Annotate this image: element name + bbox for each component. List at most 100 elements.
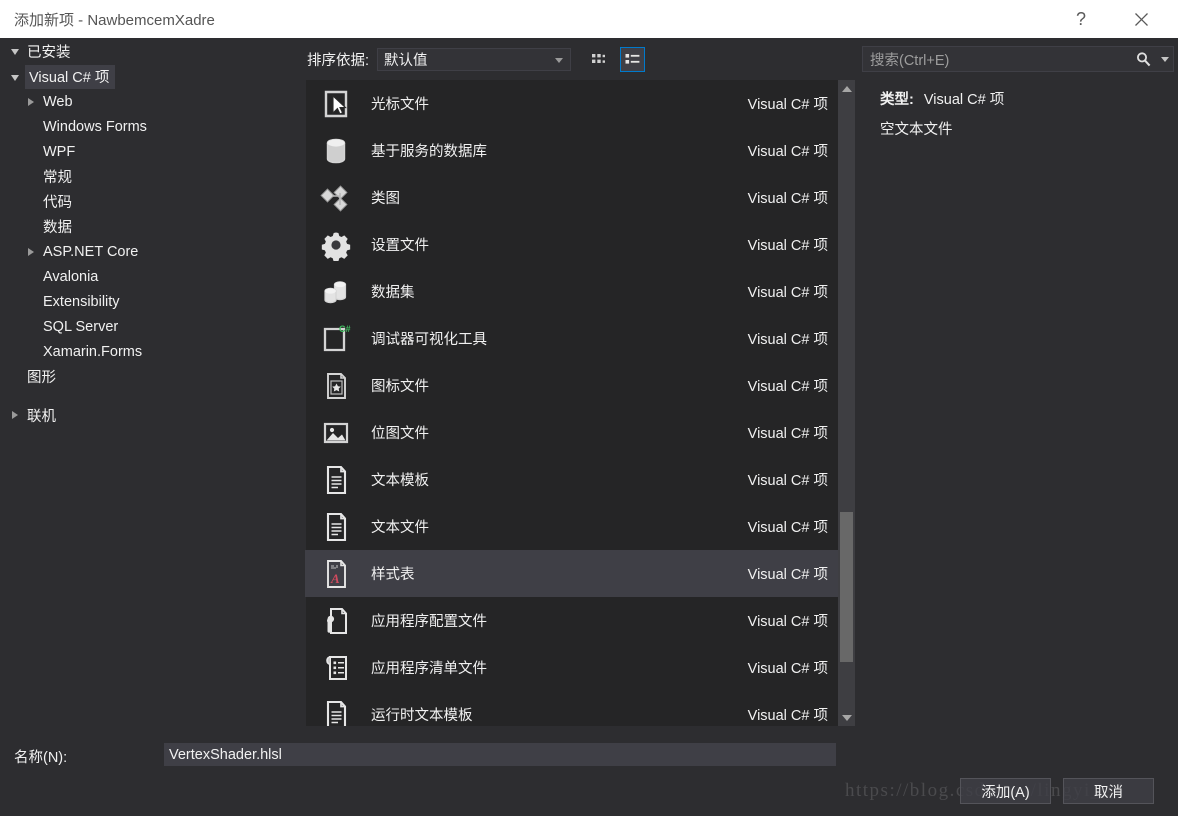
scrollbar-thumb[interactable] (840, 512, 853, 662)
template-list-item[interactable]: 图标文件 Visual C# 项 (305, 362, 838, 409)
sidebar-item-label: 常规 (43, 170, 72, 186)
sidebar-item-8[interactable]: Avalonia (0, 264, 298, 289)
template-list-item[interactable]: A 样式表 Visual C# 项 (305, 550, 838, 597)
template-list-item[interactable]: 应用程序清单文件 Visual C# 项 (305, 644, 838, 691)
chevron-down-icon[interactable] (9, 70, 23, 84)
template-kind: Visual C# 项 (747, 332, 828, 348)
sidebar-item-11[interactable]: Xamarin.Forms (0, 339, 298, 364)
template-kind: Visual C# 项 (747, 285, 828, 301)
search-box[interactable]: 搜索(Ctrl+E) (862, 46, 1174, 72)
sort-by-dropdown[interactable]: 默认值 (377, 47, 572, 71)
template-name: 调试器可视化工具 (371, 332, 487, 348)
cancel-button[interactable]: 取消 (1063, 778, 1154, 804)
template-list-item[interactable]: 文本文件 Visual C# 项 (305, 503, 838, 550)
sidebar-item-label: ASP.NET Core (43, 243, 139, 260)
template-list-item[interactable]: 数据集 Visual C# 项 (305, 268, 838, 315)
template-list-item[interactable]: 类图 Visual C# 项 (305, 174, 838, 221)
chevron-down-icon (9, 44, 23, 58)
grid-view-button[interactable] (587, 47, 612, 72)
add-button[interactable]: 添加(A) (960, 778, 1051, 804)
sidebar-item-label: SQL Server (43, 318, 119, 335)
template-name: 类图 (371, 191, 400, 207)
question-mark-icon: ? (1075, 9, 1086, 29)
scroll-down-button[interactable] (838, 709, 855, 726)
sidebar-item-7[interactable]: ASP.NET Core (0, 239, 298, 264)
template-kind: Visual C# 项 (747, 520, 828, 536)
template-kind: Visual C# 项 (747, 614, 828, 630)
sort-by-label: 排序依据: (307, 52, 370, 69)
templates-pane: 排序依据: 默认值 光标文件 Visual C# 项 基于服务的数据库 Visu… (298, 38, 855, 738)
class-diagram-icon (319, 181, 353, 215)
template-kind: Visual C# 项 (747, 661, 828, 677)
template-name: 数据集 (371, 285, 415, 301)
view-toggle-group (587, 46, 646, 72)
template-name: 图标文件 (371, 379, 429, 395)
template-list-item[interactable]: 位图文件 Visual C# 项 (305, 409, 838, 456)
close-button[interactable] (1118, 0, 1164, 38)
detail-type-value: Visual C# 项 (923, 92, 1005, 108)
scroll-up-button[interactable] (838, 80, 855, 97)
template-list-item[interactable]: 应用程序配置文件 Visual C# 项 (305, 597, 838, 644)
template-kind: Visual C# 项 (747, 238, 828, 254)
search-input[interactable]: 搜索(Ctrl+E) (870, 49, 1129, 70)
sidebar-item-label: 图形 (27, 370, 56, 386)
dialog-footer: 名称(N): VertexShader.hlsl 添加(A) 取消 (0, 738, 1178, 816)
add-new-item-dialog: 添加新项 - NawbemcemXadre ? 已安装 Visual C# 项 W… (0, 0, 1178, 816)
list-view-button[interactable] (620, 46, 646, 72)
template-kind: Visual C# 项 (747, 97, 828, 113)
sidebar-item-5[interactable]: 代码 (0, 189, 298, 214)
detail-type-row: 类型: Visual C# 项 (880, 88, 1004, 109)
template-list-item[interactable]: 设置文件 Visual C# 项 (305, 221, 838, 268)
templates-toolbar: 排序依据: 默认值 (298, 38, 855, 80)
template-name: 光标文件 (371, 97, 429, 113)
sidebar-item-1[interactable]: Web (0, 89, 298, 114)
detail-type-label: 类型: (880, 92, 914, 108)
templates-list[interactable]: 光标文件 Visual C# 项 基于服务的数据库 Visual C# 项 类图 Vi… (305, 80, 838, 726)
template-kind: Visual C# 项 (747, 144, 828, 160)
help-button[interactable]: ? (1058, 0, 1104, 38)
template-list-item[interactable]: 基于服务的数据库 Visual C# 项 (305, 127, 838, 174)
sidebar-item-3[interactable]: WPF (0, 139, 298, 164)
sidebar-item-label: Avalonia (43, 268, 99, 285)
sidebar-item-0[interactable]: Visual C# 项 (0, 64, 298, 89)
chevron-right-icon (9, 408, 23, 422)
chevron-right-icon[interactable] (25, 95, 39, 109)
search-button[interactable] (1129, 47, 1157, 71)
search-dropdown-button[interactable] (1157, 47, 1173, 71)
sidebar-group-online[interactable]: 联机 (0, 402, 298, 428)
template-name: 应用程序清单文件 (371, 661, 487, 677)
triangle-down-icon (841, 714, 852, 721)
sidebar-group-installed-label: 已安装 (27, 44, 71, 61)
template-name: 位图文件 (371, 426, 429, 442)
triangle-up-icon (841, 85, 852, 92)
sidebar-item-6[interactable]: 数据 (0, 214, 298, 239)
grid-view-icon (592, 53, 606, 63)
sidebar-group-installed[interactable]: 已安装 (0, 38, 298, 64)
template-list-item[interactable]: 运行时文本模板 Visual C# 项 (305, 691, 838, 726)
template-kind: Visual C# 项 (747, 426, 828, 442)
details-pane: 搜索(Ctrl+E) 类型: Visual C# 项 空文本文件 (855, 38, 1178, 738)
name-input[interactable]: VertexShader.hlsl (164, 743, 836, 766)
template-list-item[interactable]: C# 调试器可视化工具 Visual C# 项 (305, 315, 838, 362)
text-template-icon (319, 463, 353, 497)
sidebar-item-4[interactable]: 常规 (0, 164, 298, 189)
chevron-right-icon[interactable] (25, 245, 39, 259)
chevron-down-icon (1161, 56, 1169, 62)
template-list-item[interactable]: 文本模板 Visual C# 项 (305, 456, 838, 503)
template-kind: Visual C# 项 (747, 379, 828, 395)
categories-sidebar[interactable]: 已安装 Visual C# 项 Web Windows Forms WPF 常规代码 数据… (0, 38, 298, 738)
sidebar-item-12[interactable]: 图形 (0, 364, 298, 389)
sidebar-item-2[interactable]: Windows Forms (0, 114, 298, 139)
sidebar-item-9[interactable]: Extensibility (0, 289, 298, 314)
cursor-file-icon (319, 87, 353, 121)
stylesheet-icon: A (319, 557, 353, 591)
search-icon (1136, 51, 1150, 66)
template-list-item[interactable]: 光标文件 Visual C# 项 (305, 80, 838, 127)
templates-scrollbar[interactable] (838, 80, 855, 726)
sidebar-item-10[interactable]: SQL Server (0, 314, 298, 339)
sidebar-item-label: Web (43, 93, 73, 110)
